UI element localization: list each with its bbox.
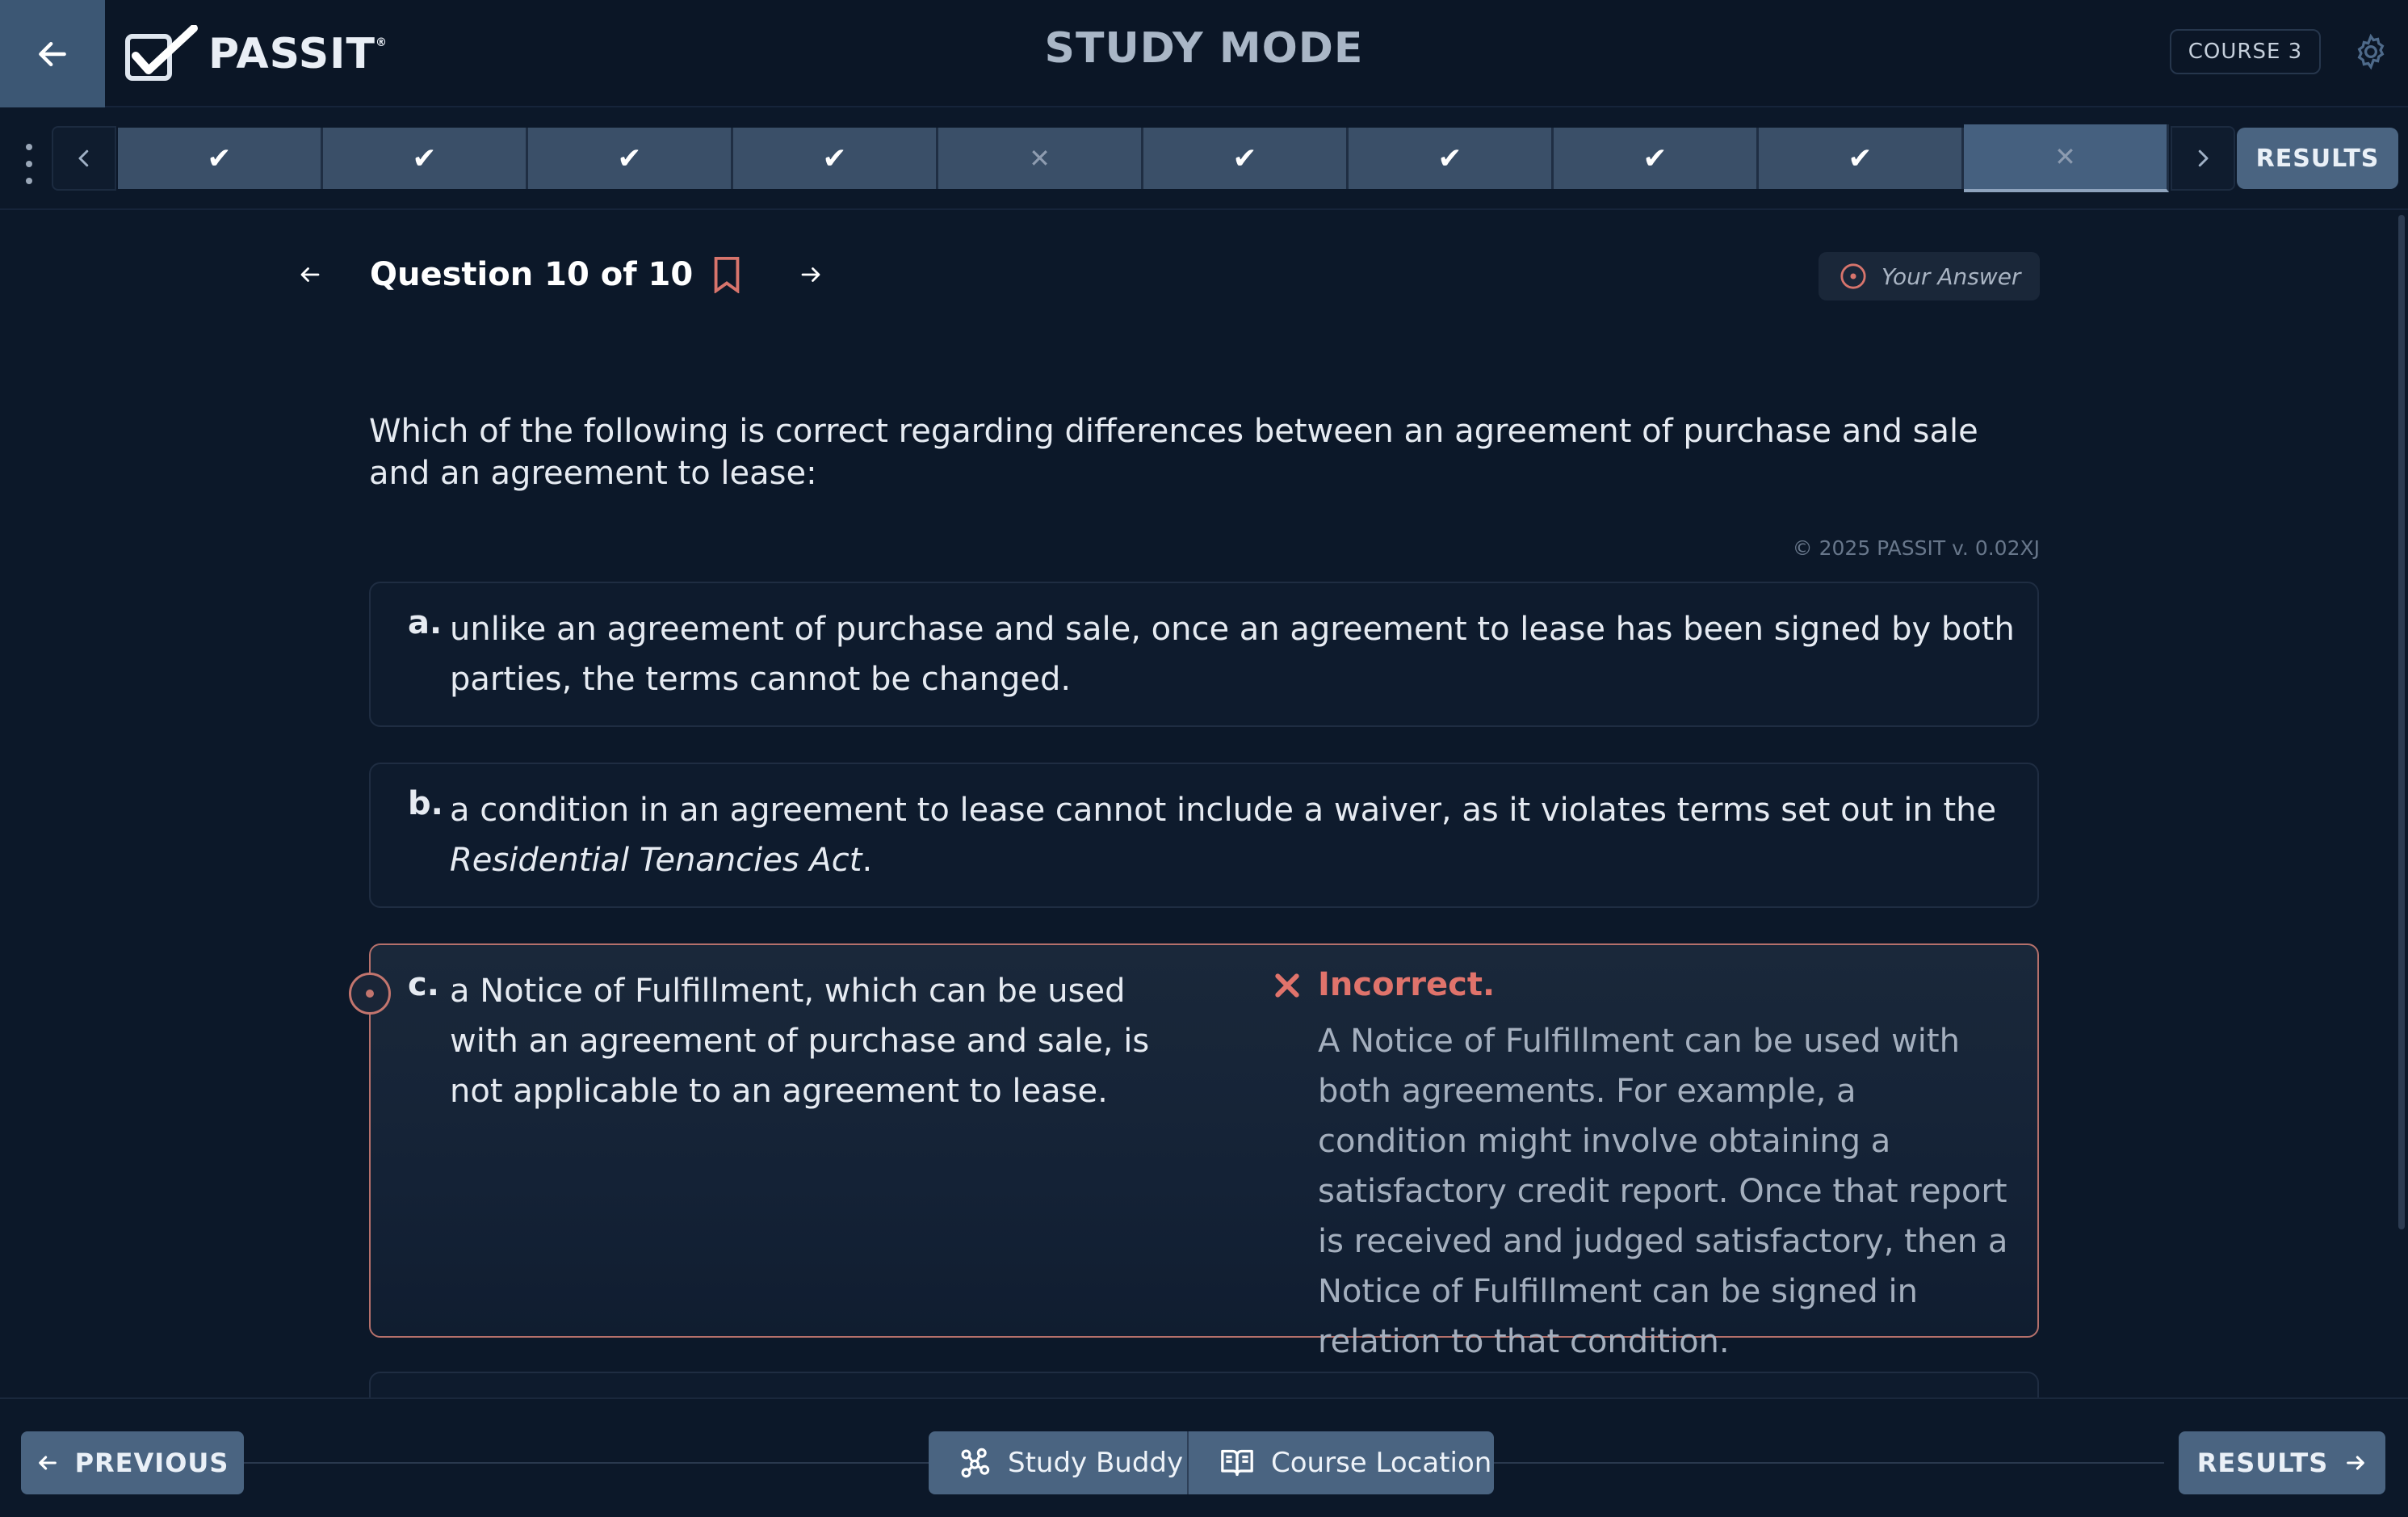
- course-location-button[interactable]: Course Location: [1189, 1431, 1494, 1494]
- study-buddy-button[interactable]: Study Buddy: [929, 1431, 1189, 1494]
- question-prev-button[interactable]: [291, 255, 329, 294]
- your-answer-legend: Your Answer: [1819, 252, 2040, 300]
- option-text: a Notice of Fulfillment, which can be us…: [450, 973, 1150, 1110]
- your-answer-label: Your Answer: [1882, 263, 2021, 290]
- course-location-label: Course Location: [1271, 1447, 1492, 1479]
- progress-step-3[interactable]: ✔: [528, 128, 733, 189]
- selected-answer-marker: [349, 973, 391, 1015]
- bookmark-button[interactable]: [711, 255, 743, 294]
- answer-option-b[interactable]: b. a condition in an agreement to lease …: [369, 763, 2039, 908]
- question-next-button[interactable]: [791, 255, 830, 294]
- settings-button[interactable]: [2347, 27, 2395, 76]
- progress-next-button[interactable]: [2171, 126, 2235, 191]
- bookmark-icon: [714, 256, 740, 293]
- results-button-bottom[interactable]: RESULTS: [2179, 1431, 2385, 1494]
- progress-step-9[interactable]: ✔: [1759, 128, 1964, 189]
- progress-step-7[interactable]: ✔: [1349, 128, 1554, 189]
- kebab-menu-icon[interactable]: [19, 144, 39, 184]
- arrow-left-icon: [300, 267, 320, 282]
- previous-label: PREVIOUS: [74, 1448, 229, 1478]
- footer-bar: PREVIOUS Study Buddy Course Location RES…: [0, 1397, 2408, 1517]
- x-mark-icon: [1275, 973, 1299, 998]
- progress-step-6[interactable]: ✔: [1143, 128, 1349, 189]
- arrow-right-icon: [2347, 1456, 2365, 1470]
- book-icon: [1221, 1449, 1253, 1477]
- scrollbar[interactable]: [2398, 215, 2405, 1229]
- chevron-left-icon: [78, 149, 89, 167]
- question-progress-bar: ✔ ✔ ✔ ✔ ✕ ✔ ✔ ✔ ✔ ✕ RESULTS: [0, 110, 2408, 210]
- feedback-text: A Notice of Fulfillment can be used with…: [1318, 1023, 2008, 1360]
- progress-prev-button[interactable]: [52, 126, 116, 191]
- center-toolbar: Study Buddy Course Location: [929, 1431, 1494, 1494]
- chevron-right-icon: [2198, 149, 2209, 167]
- progress-step-1[interactable]: ✔: [118, 128, 323, 189]
- arrow-left-icon: [38, 1456, 57, 1470]
- copyright: © 2025 PASSIT v. 0.02XJ: [1792, 536, 2040, 560]
- option-text: a condition in an agreement to lease can…: [450, 792, 1997, 879]
- answer-option-c-selected[interactable]: c. a Notice of Fulfillment, which can be…: [369, 943, 2039, 1360]
- progress-step-8[interactable]: ✔: [1554, 128, 1759, 189]
- option-letter: b.: [408, 785, 443, 822]
- answer-option-a[interactable]: a. unlike an agreement of purchase and s…: [369, 582, 2039, 727]
- option-letter: c.: [408, 966, 439, 1003]
- app-header: PASSIT® STUDY MODE COURSE 3: [0, 0, 2408, 107]
- study-buddy-icon: [961, 1448, 990, 1478]
- question-stem: Which of the following is correct regard…: [369, 413, 1978, 492]
- mode-title: STUDY MODE: [1044, 24, 1364, 73]
- course-badge[interactable]: COURSE 3: [2170, 29, 2321, 74]
- progress-step-4[interactable]: ✔: [733, 128, 938, 189]
- arrow-right-icon: [801, 267, 820, 282]
- results-button-top[interactable]: RESULTS: [2237, 128, 2398, 189]
- progress-step-5[interactable]: ✕: [938, 128, 1143, 189]
- previous-button[interactable]: PREVIOUS: [21, 1431, 244, 1494]
- study-buddy-label: Study Buddy: [1008, 1447, 1184, 1479]
- feedback-title: Incorrect.: [1318, 966, 1496, 1003]
- question-panel: Question 10 of 10 Your Answer Which of t…: [0, 212, 2408, 1420]
- results-label: RESULTS: [2196, 1448, 2329, 1478]
- progress-steps: ✔ ✔ ✔ ✔ ✕ ✔ ✔ ✔ ✔ ✕: [118, 124, 2169, 192]
- question-header: Question 10 of 10: [291, 250, 830, 299]
- progress-step-2[interactable]: ✔: [323, 128, 528, 189]
- option-letter: a.: [408, 604, 443, 641]
- option-text: unlike an agreement of purchase and sale…: [450, 611, 2015, 698]
- settings-gear-icon: [2357, 33, 2385, 70]
- question-title: Question 10 of 10: [370, 256, 694, 293]
- radio-target-icon: [1840, 263, 1866, 289]
- progress-step-10[interactable]: ✕: [1964, 124, 2169, 192]
